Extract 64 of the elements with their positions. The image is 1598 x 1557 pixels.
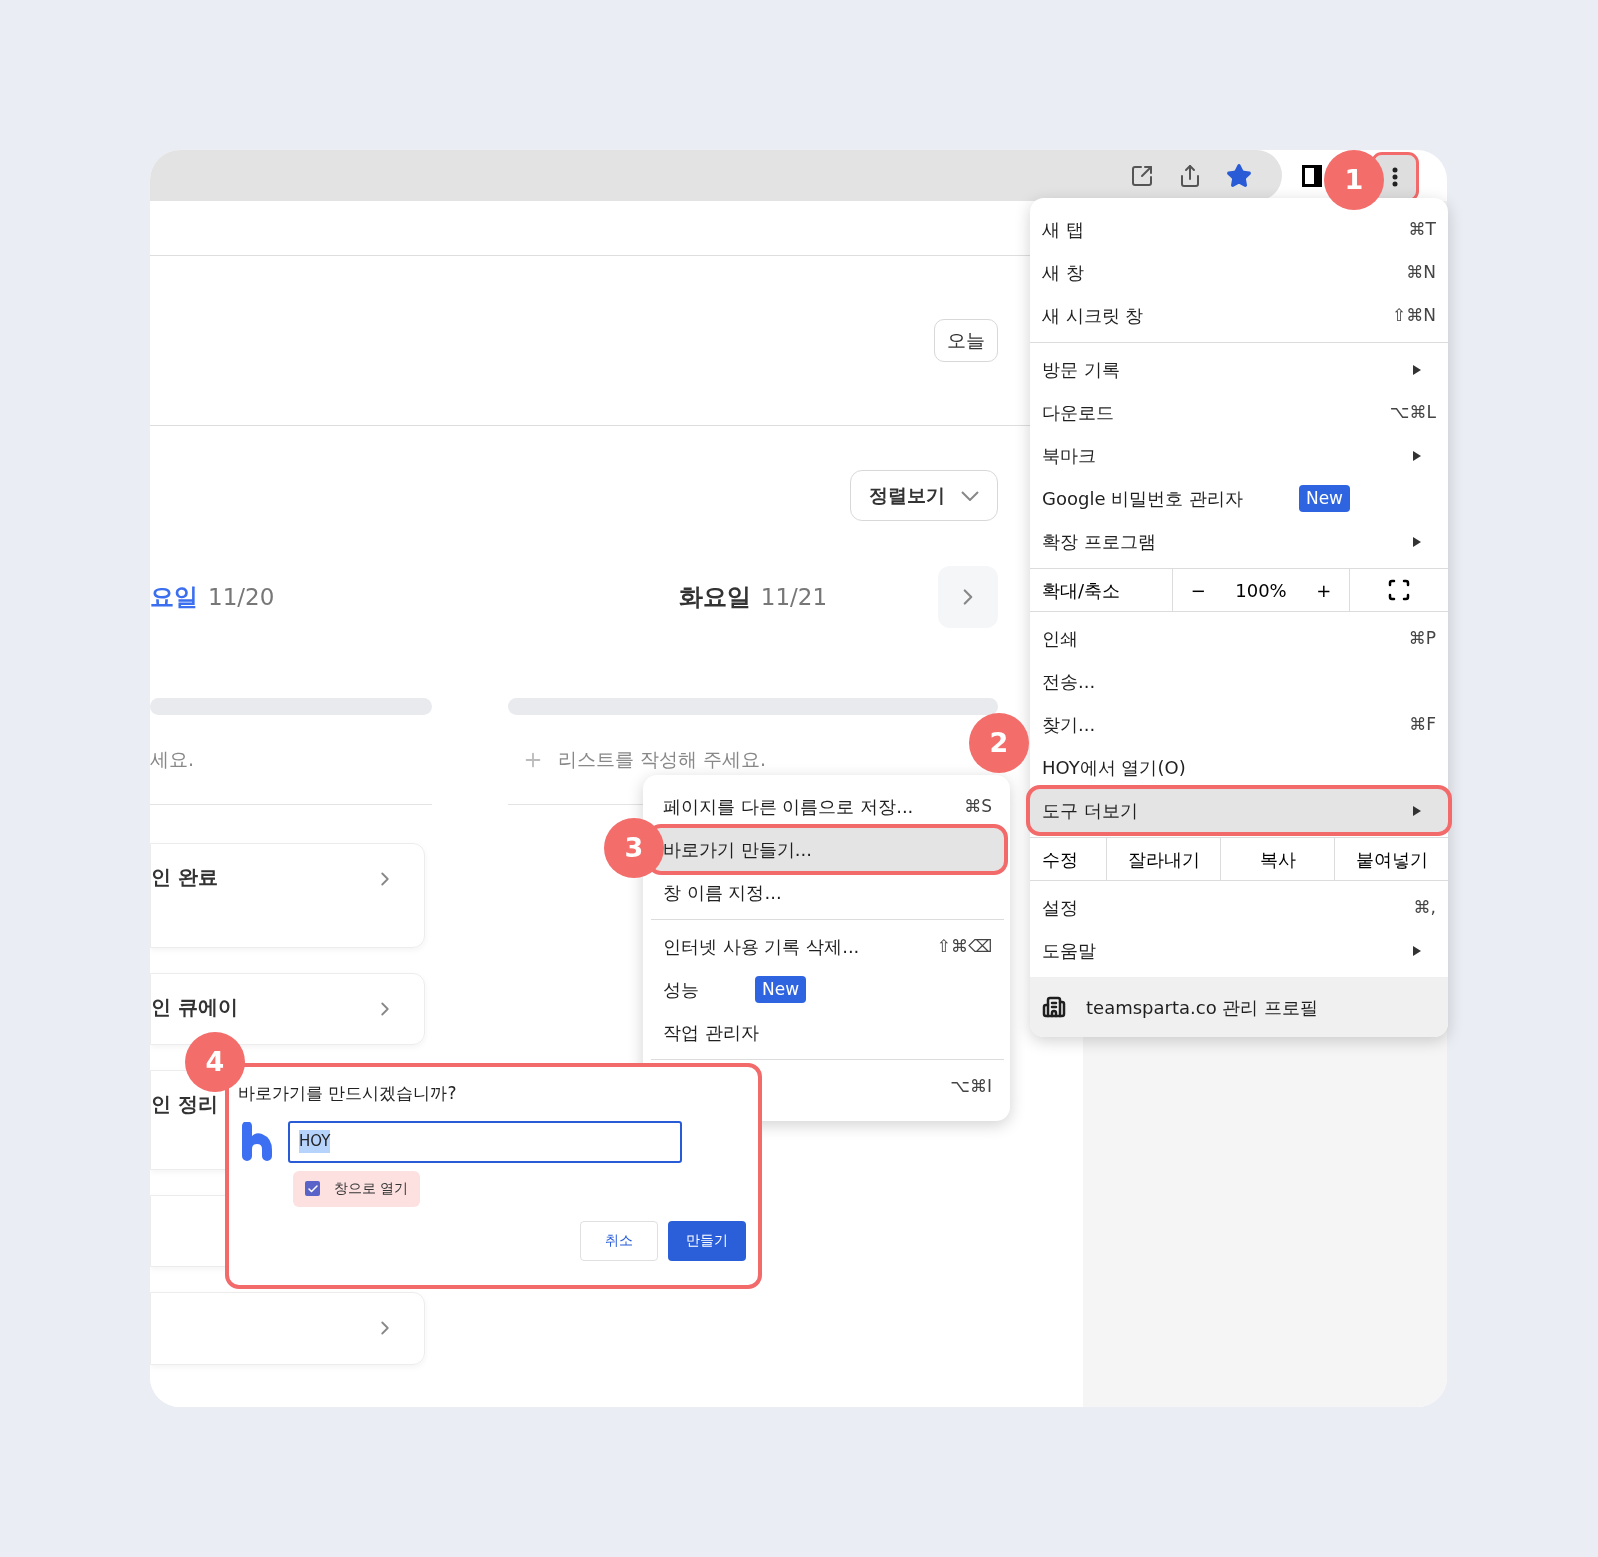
shortcut-text: ⌥⌘L: [1389, 400, 1436, 424]
day-name: 요일: [150, 582, 198, 613]
field-value: HOY: [299, 1130, 331, 1153]
menu-item[interactable]: 전송...: [1030, 660, 1448, 703]
profile-item[interactable]: teamsparta.co 관리 프로필: [1030, 977, 1448, 1037]
edit-action-button[interactable]: 복사: [1259, 845, 1296, 873]
zoom-out-button[interactable]: −: [1184, 576, 1212, 604]
menu-item[interactable]: 북마크: [1030, 434, 1448, 477]
menu-item[interactable]: 방문 기록: [1030, 348, 1448, 391]
menu-item[interactable]: 찾기... ⌘F: [1030, 703, 1448, 746]
menu-item[interactable]: 다운로드 ⌥⌘L: [1030, 391, 1448, 434]
shortcut-text: ⇧⌘⌫: [936, 934, 992, 958]
task-card[interactable]: 인 완료: [150, 843, 425, 948]
day-name: 화요일: [678, 582, 751, 613]
edit-action-button[interactable]: 붙여넣기: [1355, 845, 1428, 873]
menu-item[interactable]: 성능 New: [651, 968, 1004, 1011]
create-button[interactable]: 만들기: [668, 1220, 746, 1261]
shortcut-text: ⌥⌘I: [950, 1074, 992, 1098]
card-title: 인 정리: [151, 1091, 218, 1118]
shortcut-text: ⌘S: [964, 794, 992, 818]
menu-item[interactable]: 인터넷 사용 기록 삭제... ⇧⌘⌫: [651, 925, 1004, 968]
menu-item[interactable]: HOY에서 열기(O): [1030, 746, 1448, 789]
zoom-value: 100%: [1235, 578, 1287, 603]
check-icon: [306, 1182, 319, 1195]
zoom-label: 확대/축소: [1041, 578, 1122, 603]
shortcut-text: ⇧⌘N: [1392, 303, 1436, 327]
today-button[interactable]: 오늘: [934, 319, 998, 362]
day-date: 11/21: [760, 582, 828, 612]
menu-item[interactable]: 작업 관리자: [651, 1011, 1004, 1054]
star-icon[interactable]: [1226, 162, 1252, 189]
building-icon: [1042, 995, 1066, 1019]
menu-item[interactable]: 인쇄 ⌘P: [1030, 617, 1448, 660]
share-icon[interactable]: [1178, 163, 1202, 188]
name-field[interactable]: HOY: [288, 1120, 682, 1163]
menu-item[interactable]: Google 비밀번호 관리자 New: [1030, 477, 1448, 520]
more-icon: [1392, 166, 1398, 187]
chevron-down-icon: [961, 490, 979, 501]
menu-item[interactable]: 새 시크릿 창 ⇧⌘N: [1030, 294, 1448, 337]
card-title: 인 완료: [151, 864, 218, 891]
day-date: 11/20: [208, 582, 275, 612]
zoom-in-button[interactable]: +: [1310, 576, 1338, 604]
menu-item[interactable]: 확장 프로그램: [1030, 520, 1448, 563]
menu-item[interactable]: 새 탭 ⌘T: [1030, 208, 1448, 251]
add-list-prompt: 리스트를 작성해 주세요.: [558, 747, 767, 773]
new-badge: New: [755, 975, 807, 1004]
sort-dropdown[interactable]: 정렬보기: [850, 470, 998, 521]
menu-item[interactable]: 설정 ⌘,: [1030, 886, 1448, 929]
checkbox[interactable]: [305, 1181, 320, 1196]
fullscreen-icon[interactable]: [1387, 578, 1411, 602]
external-link-icon[interactable]: [1130, 163, 1154, 188]
shortcut-text: ⌘T: [1408, 217, 1436, 241]
edit-action-button[interactable]: 잘라내기: [1127, 845, 1200, 873]
shortcut-text: ⌘P: [1408, 626, 1436, 650]
open-as-window-checkbox[interactable]: 창으로 열기: [293, 1170, 421, 1207]
card-title: 인 큐에이: [151, 994, 238, 1021]
shortcut-text: ⌘N: [1406, 260, 1436, 284]
menu-item[interactable]: 도움말: [1030, 929, 1448, 972]
shortcut-text: ⌘,: [1413, 895, 1436, 919]
new-badge: New: [1298, 484, 1350, 513]
edit-label: 수정: [1041, 847, 1079, 872]
cancel-button[interactable]: 취소: [580, 1220, 658, 1261]
menu-item[interactable]: 새 창 ⌘N: [1030, 251, 1448, 294]
add-list-prompt: 세요.: [150, 747, 195, 773]
shortcut-text: ⌘F: [1409, 712, 1436, 736]
